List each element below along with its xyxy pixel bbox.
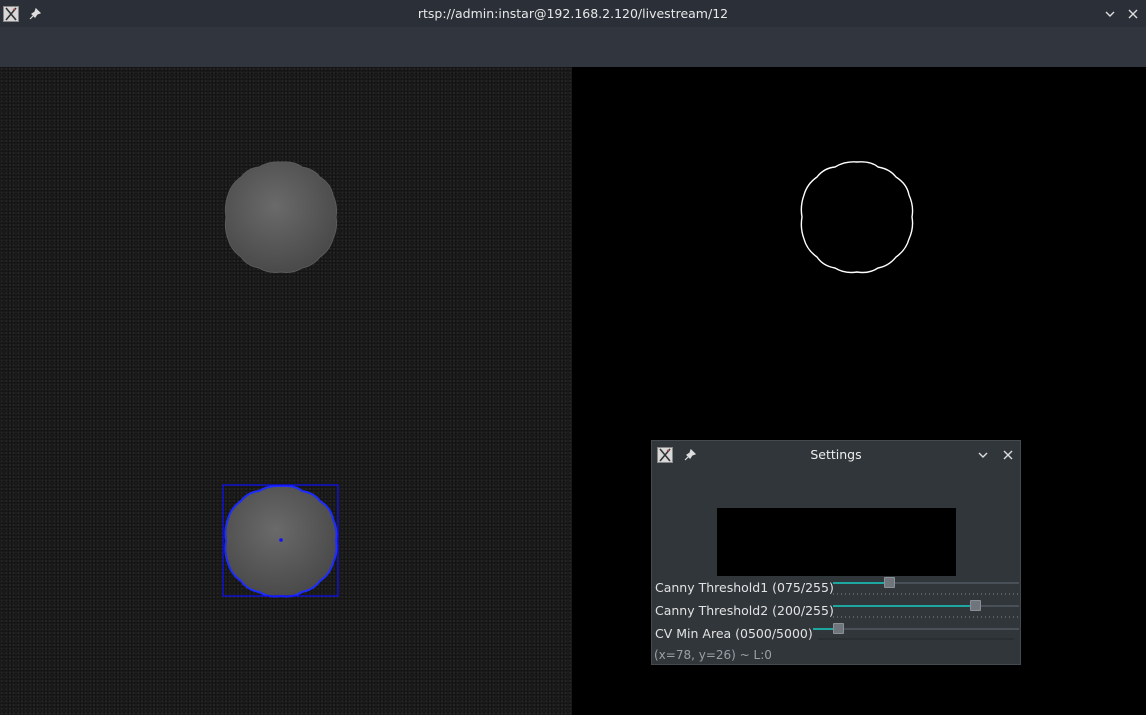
cv-min-area-slider[interactable] [813,623,1019,634]
chevron-down-icon[interactable] [1101,5,1118,22]
canny-threshold2-slider[interactable] [833,600,1019,611]
canny-threshold2-label: Canny Threshold2 (200/255) [655,603,834,618]
canny-threshold1-label: Canny Threshold1 (075/255) [655,580,834,595]
settings-title: Settings [810,447,862,462]
slider-fill [833,605,975,607]
settings-preview [717,508,956,576]
chevron-down-icon[interactable] [974,446,991,463]
close-icon[interactable] [999,446,1016,463]
settings-window[interactable]: Settings Canny Threshold1 (075/255) Cann… [651,440,1021,665]
canny-threshold1-slider[interactable] [833,577,1019,588]
detected-coin [222,484,339,598]
centroid-marker [279,538,283,542]
coin-image [224,161,338,273]
status-text: (x=78, y=26) ~ L:0 [654,648,772,662]
slider-ticks [833,616,1019,618]
slider-handle[interactable] [833,623,844,634]
cv-min-area-label: CV Min Area (0500/5000) [655,626,813,641]
detection-view [0,391,572,715]
slider-fill [833,582,889,584]
slider-ticks [833,593,1019,595]
close-icon[interactable] [1124,5,1141,22]
slider-handle[interactable] [970,600,981,611]
window-toolbar [0,27,1146,67]
slider-groove [818,638,1014,640]
grayscale-view [0,67,572,391]
slider-handle[interactable] [884,577,895,588]
window-titlebar[interactable]: rtsp://admin:instar@192.168.2.120/livest… [0,0,1146,27]
window-title: rtsp://admin:instar@192.168.2.120/livest… [417,6,729,21]
